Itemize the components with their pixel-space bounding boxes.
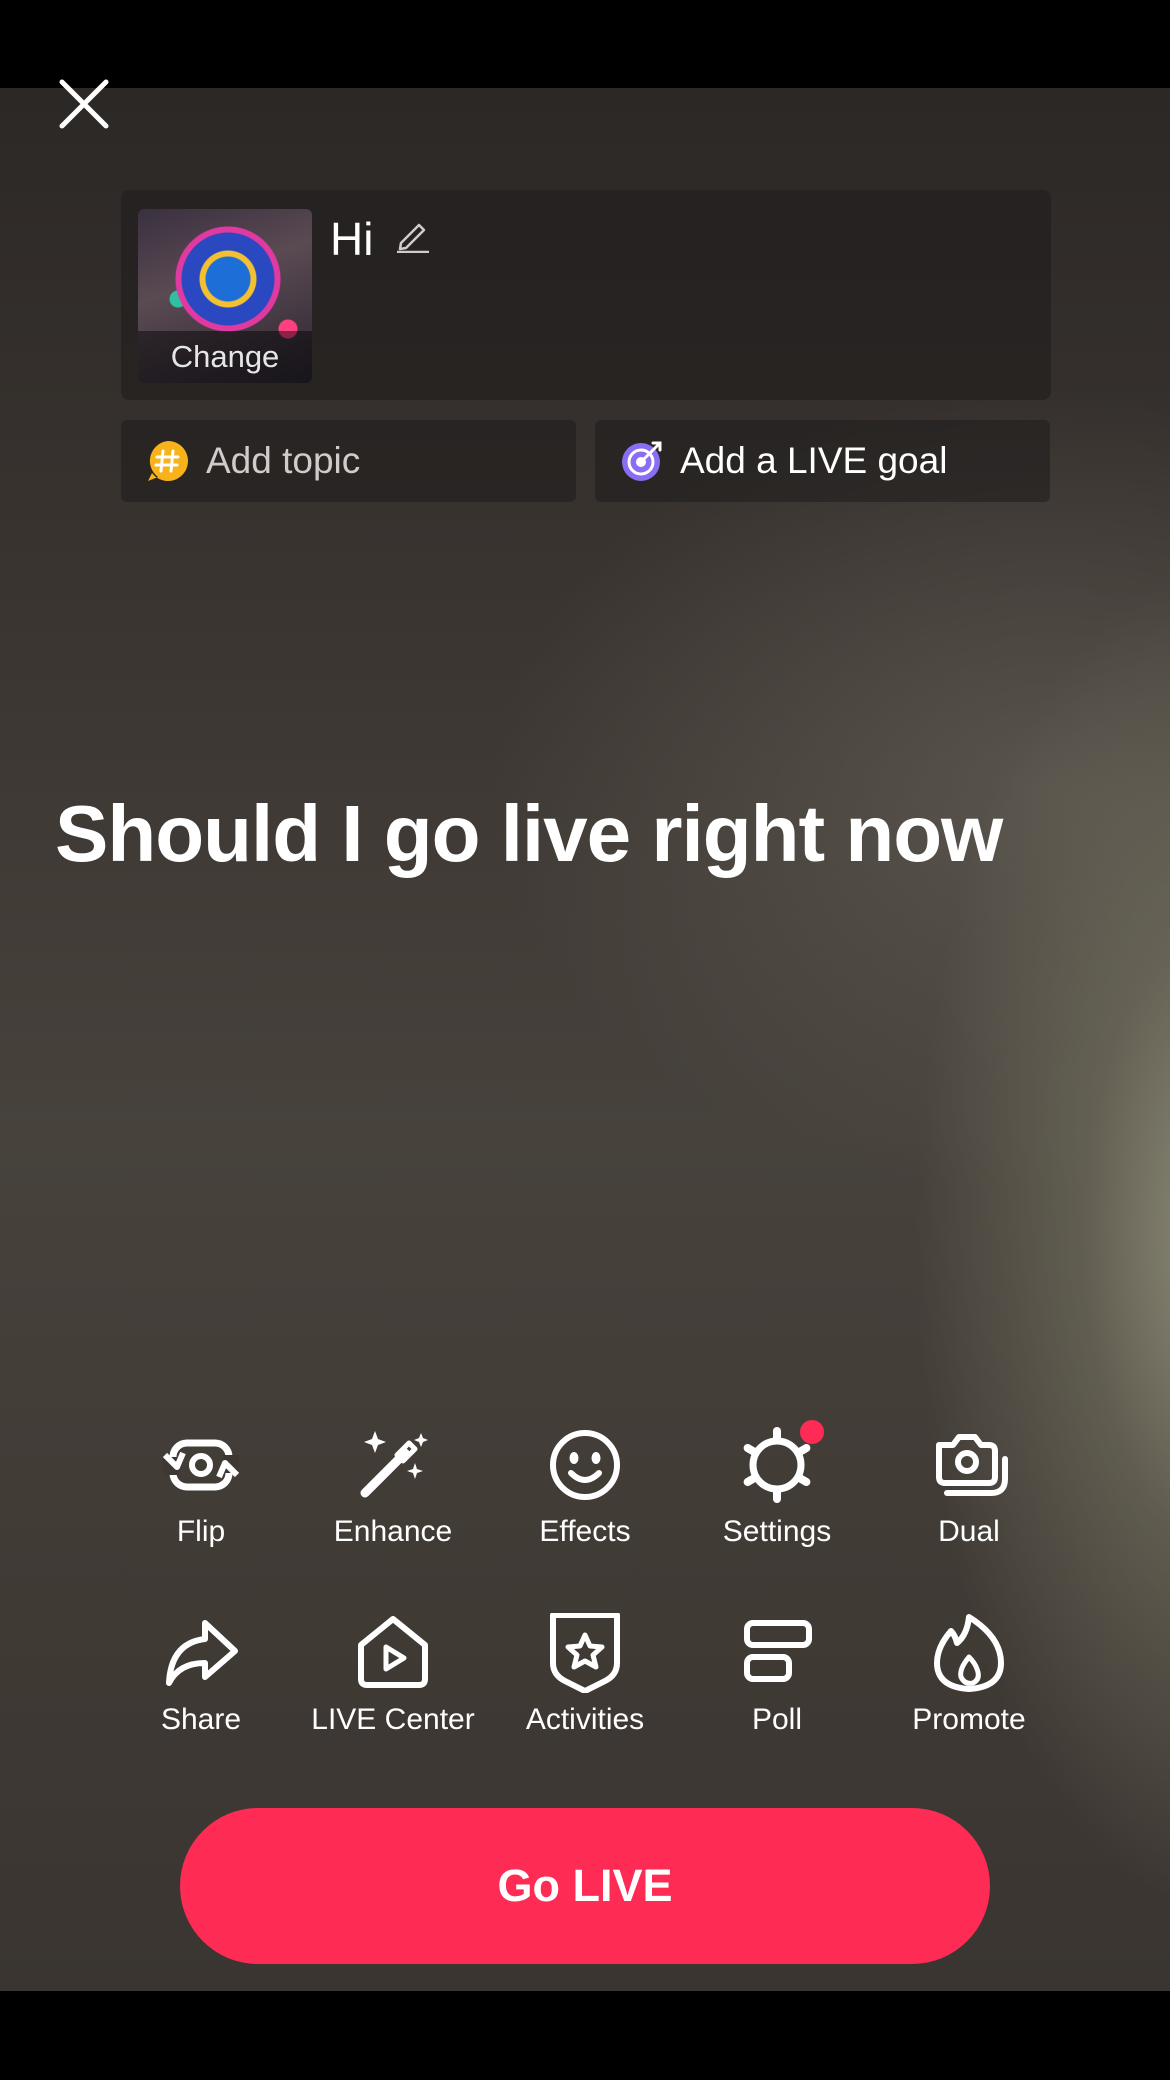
live-title-card: Change Hi — [121, 190, 1051, 400]
dual-label: Dual — [938, 1515, 1000, 1548]
shield-star-icon — [550, 1613, 620, 1693]
activities-button[interactable]: Activities — [489, 1608, 681, 1778]
share-label: Share — [160, 1703, 242, 1736]
add-live-goal-label: Add a LIVE goal — [680, 440, 948, 481]
cover-image[interactable]: Change — [138, 209, 312, 383]
promote-label: Promote — [912, 1703, 1026, 1736]
settings-notification-dot — [800, 1420, 824, 1444]
magic-wand-icon — [360, 1431, 428, 1498]
live-center-label: LIVE Center — [311, 1703, 475, 1736]
poll-bars-icon — [744, 1620, 812, 1682]
flip-button[interactable]: Flip — [105, 1420, 297, 1590]
live-center-button[interactable]: LIVE Center — [297, 1608, 489, 1778]
hashtag-icon — [148, 441, 188, 481]
enhance-label: Enhance — [333, 1515, 453, 1548]
close-button[interactable] — [56, 76, 112, 132]
stream-title[interactable]: Hi — [330, 212, 373, 266]
flame-icon — [934, 1614, 1004, 1692]
enhance-button[interactable]: Enhance — [297, 1420, 489, 1590]
live-center-house-icon — [358, 1616, 428, 1688]
close-icon — [59, 79, 109, 129]
pencil-edit-icon[interactable] — [393, 213, 433, 253]
add-topic-label: Add topic — [206, 440, 361, 481]
go-live-button[interactable]: Go LIVE — [180, 1808, 990, 1964]
effects-label: Effects — [539, 1515, 631, 1548]
settings-label: Settings — [722, 1515, 832, 1548]
overlay-caption: Should I go live right now — [55, 789, 1003, 878]
promote-button[interactable]: Promote — [873, 1608, 1065, 1778]
settings-button[interactable]: Settings — [681, 1420, 873, 1590]
stream-title-text: Hi — [330, 213, 374, 265]
add-topic-button[interactable]: Add topic — [121, 420, 576, 502]
poll-button[interactable]: Poll — [681, 1608, 873, 1778]
flip-label: Flip — [176, 1515, 226, 1548]
tools-grid: Flip Enhance Effects Settings Dual Share… — [105, 1420, 1065, 1778]
activities-label: Activities — [525, 1703, 645, 1736]
target-goal-icon — [622, 441, 662, 481]
smiley-face-icon — [550, 1430, 620, 1500]
share-arrow-icon — [166, 1620, 238, 1686]
dual-button[interactable]: Dual — [873, 1420, 1065, 1590]
dual-camera-icon — [936, 1434, 1008, 1496]
add-live-goal-button[interactable]: Add a LIVE goal — [595, 420, 1050, 502]
go-live-label: Go LIVE — [497, 1860, 673, 1911]
flip-camera-icon — [162, 1439, 240, 1491]
poll-label: Poll — [751, 1703, 803, 1736]
effects-button[interactable]: Effects — [489, 1420, 681, 1590]
share-button[interactable]: Share — [105, 1608, 297, 1778]
change-cover-label[interactable]: Change — [138, 331, 312, 383]
